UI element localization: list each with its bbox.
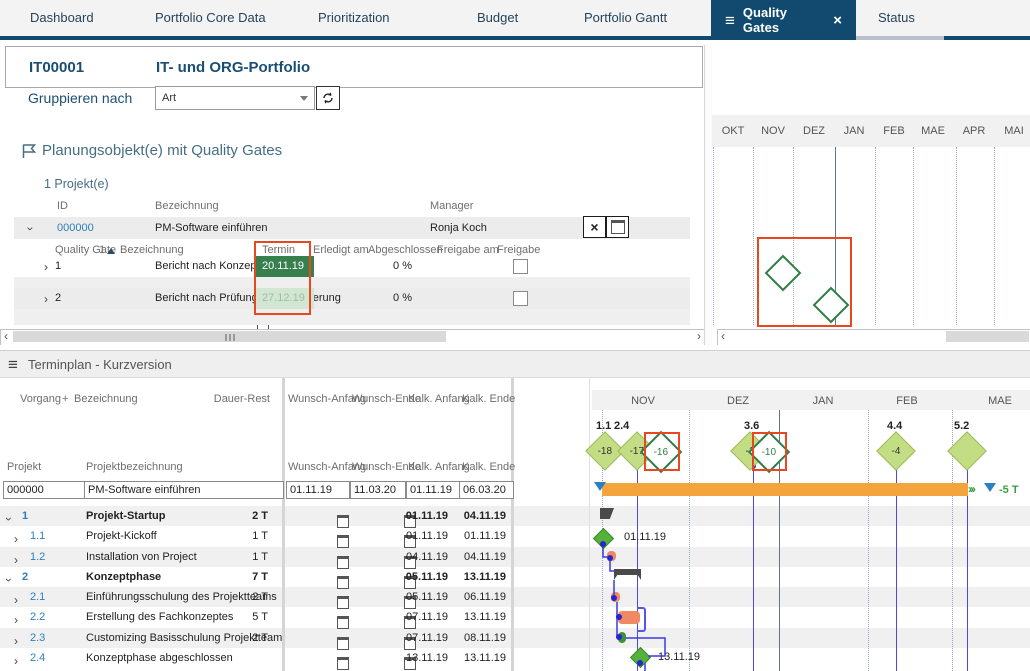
tab-status[interactable]: Status — [878, 0, 915, 36]
month-label: DEZ — [803, 125, 825, 137]
portfolio-name: IT- und ORG-Portfolio — [156, 59, 311, 76]
month-label: OKT — [721, 125, 745, 137]
hamburger-icon[interactable]: ≡ — [725, 12, 735, 29]
tab-quality-gates-label: Quality Gates — [742, 5, 787, 35]
col-manager[interactable]: Manager — [430, 200, 473, 212]
project-manager: Ronja Koch — [430, 222, 487, 234]
termin-highlight-box — [254, 241, 311, 315]
tab-portfolio-gantt[interactable]: Portfolio Gantt — [584, 0, 667, 36]
row-gap — [14, 277, 690, 288]
portfolio-id: IT00001 — [29, 59, 85, 76]
scroll-right-icon[interactable]: › — [697, 330, 701, 343]
tab-portfolio-core-data[interactable]: Portfolio Core Data — [155, 0, 266, 36]
gate-number: 1 — [55, 260, 62, 272]
col-gate-name[interactable]: Bezeichnung — [120, 244, 184, 256]
gridline — [753, 147, 754, 325]
dependency-connectors — [600, 541, 666, 671]
refresh-button[interactable] — [316, 86, 340, 110]
col-id[interactable]: ID — [57, 200, 68, 212]
sort-asc-icon — [107, 248, 115, 254]
project-count: 1 Projekt(e) — [44, 177, 109, 191]
delete-button[interactable]: × — [583, 216, 606, 238]
col-erledigt[interactable]: Erledigt am — [313, 244, 369, 256]
gridline — [875, 147, 876, 325]
flag-icon — [21, 143, 38, 162]
quality-gates-gantt: OKT NOV DEZ JAN FEB MAE APR MAI ‹ — [712, 40, 1030, 346]
chevron-down-icon — [300, 96, 308, 101]
month-label: APR — [962, 125, 986, 137]
portfolio-header-box: IT00001 IT- und ORG-Portfolio — [5, 46, 703, 88]
quality-gates-panel: IT00001 IT- und ORG-Portfolio Gruppieren… — [0, 40, 705, 346]
left-hscrollbar[interactable]: ‹ › — [0, 329, 705, 346]
col-name[interactable]: Bezeichnung — [155, 200, 219, 212]
scroll-left-icon[interactable]: ‹ — [4, 330, 8, 343]
project-name: PM-Software einführen — [155, 222, 268, 234]
month-label: JAN — [843, 125, 865, 137]
month-label: FEB — [883, 125, 905, 137]
gate-progress: 0 % — [393, 260, 412, 272]
right-hscrollbar[interactable]: ‹ — [717, 329, 1030, 346]
gate-progress: 0 % — [393, 292, 412, 304]
calendar-button[interactable] — [606, 216, 629, 238]
group-by-value: Art — [162, 92, 177, 104]
tab-quality-gates[interactable]: ≡ Quality Gates × — [711, 0, 856, 40]
sort-indicator[interactable]: 1 — [99, 244, 105, 256]
col-freigabe-am[interactable]: Freigabe am — [437, 244, 499, 256]
tab-prioritization[interactable]: Prioritization — [318, 0, 390, 36]
month-label: MAI — [1004, 125, 1024, 137]
month-label: NOV — [761, 125, 785, 137]
gridline — [994, 147, 995, 325]
gate-number: 2 — [55, 292, 62, 304]
expand-icon[interactable]: › — [44, 260, 48, 274]
scrollbar-thumb[interactable] — [13, 331, 446, 342]
tab-budget[interactable]: Budget — [477, 0, 518, 36]
gridline — [913, 147, 914, 325]
gate-row[interactable]: › 1 Bericht nach Konzepterstellung 20.11… — [14, 256, 690, 300]
filler-band — [14, 309, 690, 325]
terminplan-section: ≡ Terminplan - Kurzversion Vorgang + Bez… — [0, 345, 1030, 671]
refresh-icon — [323, 92, 333, 104]
collapse-icon[interactable]: › — [24, 227, 38, 231]
month-label: MAE — [921, 125, 945, 137]
col-freigabe[interactable]: Freigabe — [497, 244, 540, 256]
tab-bar: Dashboard Portfolio Core Data Prioritiza… — [0, 0, 1030, 40]
expand-icon[interactable]: › — [44, 292, 48, 306]
group-by-label: Gruppieren nach — [28, 90, 133, 106]
freigabe-checkbox[interactable] — [513, 259, 528, 274]
freigabe-checkbox[interactable] — [513, 291, 528, 306]
app-window: Dashboard Portfolio Core Data Prioritiza… — [0, 0, 1030, 671]
section-title: Planungsobjekt(e) mit Quality Gates — [42, 142, 283, 159]
group-by-select[interactable]: Art — [155, 86, 315, 110]
tab-dashboard[interactable]: Dashboard — [30, 0, 94, 36]
month-header-band: OKT NOV DEZ JAN FEB MAE APR MAI — [712, 115, 1030, 147]
gridline — [956, 147, 957, 325]
scroll-left-icon[interactable]: ‹ — [721, 330, 725, 343]
close-tab-icon[interactable]: × — [833, 12, 842, 29]
gridline — [713, 147, 714, 325]
gantt-highlight-box — [757, 237, 852, 327]
project-id[interactable]: 000000 — [57, 222, 94, 234]
scrollbar-thumb[interactable] — [946, 331, 1029, 342]
gate-row[interactable]: › 2 Bericht nach Prüfung der Realisierun… — [14, 288, 690, 332]
col-abgeschlossen[interactable]: Abgeschlossen — [368, 244, 443, 256]
